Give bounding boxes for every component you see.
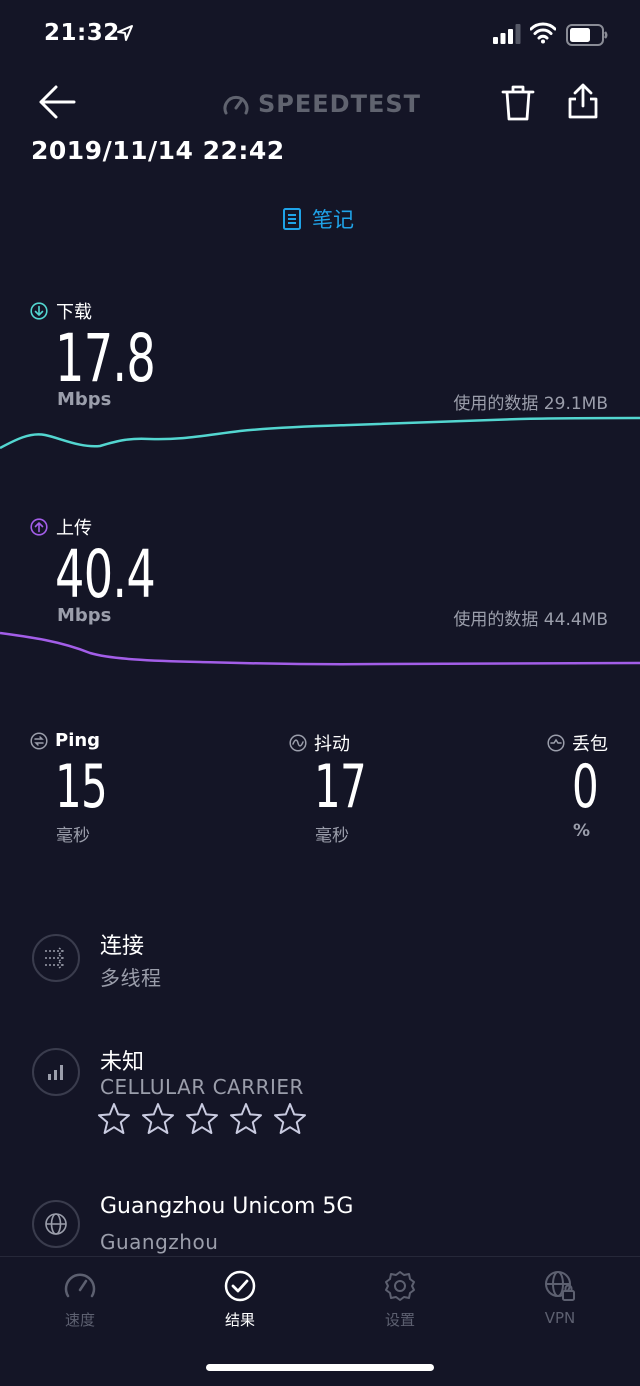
ping-value: 15 <box>55 752 108 822</box>
download-unit: Mbps <box>57 389 112 410</box>
home-indicator <box>206 1364 434 1371</box>
tab-speed[interactable]: 速度 <box>30 1269 130 1330</box>
signal-bars-icon <box>48 1065 63 1080</box>
star-icon[interactable] <box>97 1102 131 1136</box>
packet-loss-value: 0 <box>572 752 599 822</box>
speedtest-gauge-icon <box>223 95 249 115</box>
connection-title: 连接 <box>100 934 145 959</box>
star-icon[interactable] <box>141 1102 175 1136</box>
carrier-sub: CELLULAR CARRIER <box>100 1075 304 1099</box>
star-icon[interactable] <box>273 1102 307 1136</box>
tab-vpn-label: VPN <box>544 1309 576 1327</box>
ping-label-text: Ping <box>55 730 101 751</box>
upload-arrow-icon <box>30 518 48 536</box>
jitter-value: 17 <box>314 752 367 822</box>
check-circle-icon <box>224 1270 256 1302</box>
test-datetime: 2019/11/14 22:42 <box>31 136 285 165</box>
jitter-unit: 毫秒 <box>315 826 349 846</box>
download-value: 17.8 <box>55 320 156 397</box>
star-icon[interactable] <box>185 1102 219 1136</box>
wifi-icon <box>530 22 556 44</box>
carrier-rating[interactable] <box>97 1102 307 1136</box>
ping-unit: 毫秒 <box>56 826 90 846</box>
trash-icon[interactable] <box>500 84 536 122</box>
packet-loss-unit: % <box>573 821 591 841</box>
carrier-icon-circle <box>32 1048 80 1096</box>
share-icon[interactable] <box>566 82 600 120</box>
upload-value: 40.4 <box>55 536 156 613</box>
ping-label: Ping <box>30 730 100 751</box>
jitter-icon <box>289 734 307 752</box>
battery-icon <box>566 24 608 46</box>
location-arrow-icon <box>117 25 133 41</box>
packet-loss-icon <box>547 734 565 752</box>
notes-button[interactable]: 笔记 <box>282 204 354 234</box>
ping-icon <box>30 731 48 750</box>
tab-settings-label: 设置 <box>384 1311 415 1329</box>
upload-unit: Mbps <box>57 605 112 626</box>
upload-speed-curve <box>0 631 640 666</box>
star-icon[interactable] <box>229 1102 263 1136</box>
tab-settings[interactable]: 设置 <box>350 1269 450 1330</box>
tab-speed-label: 速度 <box>64 1311 95 1329</box>
tab-results[interactable]: 结果 <box>190 1269 290 1330</box>
cellular-signal-icon <box>493 24 521 44</box>
gear-icon <box>385 1271 415 1301</box>
brand-name: SPEEDTEST <box>258 90 422 118</box>
download-speed-curve <box>0 416 640 450</box>
tab-results-label: 结果 <box>224 1311 255 1329</box>
globe-icon <box>45 1213 67 1235</box>
notes-label: 笔记 <box>312 208 354 232</box>
speedtest-logo: SPEEDTEST <box>222 90 421 118</box>
server-sub: Guangzhou <box>100 1230 219 1254</box>
connection-sub: 多线程 <box>100 966 162 990</box>
connection-icon-circle <box>32 934 80 982</box>
speed-gauge-icon <box>64 1273 96 1298</box>
tab-vpn[interactable]: VPN <box>510 1269 610 1327</box>
status-time: 21:32 <box>44 20 120 46</box>
carrier-title: 未知 <box>100 1050 145 1075</box>
multi-connection-icon <box>45 947 65 969</box>
vpn-globe-lock-icon <box>545 1271 575 1301</box>
server-title: Guangzhou Unicom 5G <box>100 1194 354 1219</box>
server-icon-circle <box>32 1200 80 1248</box>
back-arrow-icon[interactable] <box>36 84 78 120</box>
notes-icon <box>283 208 301 230</box>
download-arrow-icon <box>30 302 48 320</box>
